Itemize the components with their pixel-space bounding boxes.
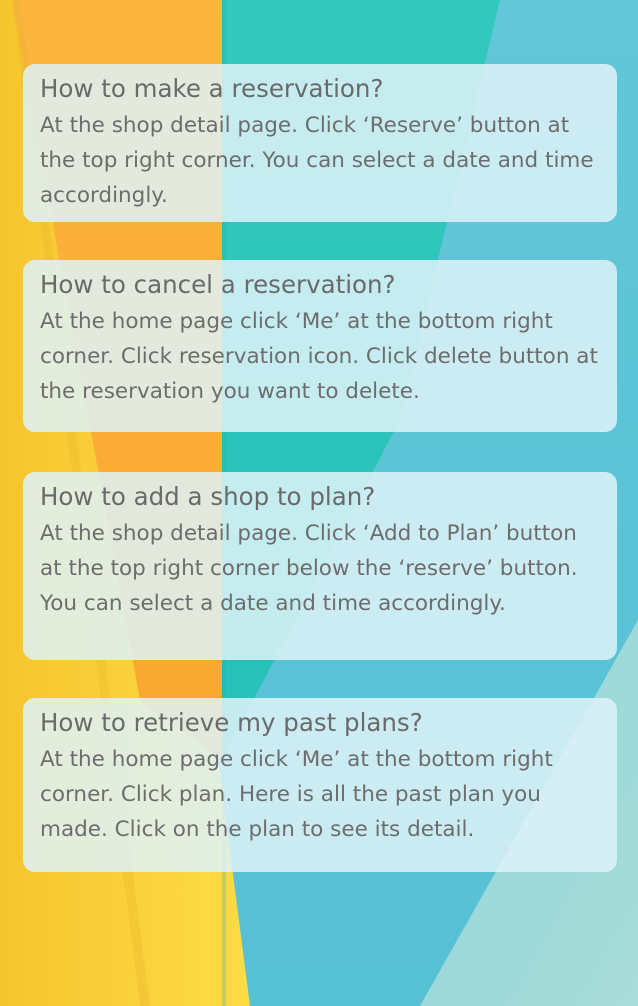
faq-card-add-to-plan: How to add a shop to plan? At the shop d… [23, 472, 617, 660]
faq-answer: At the home page click ‘Me’ at the botto… [40, 747, 553, 842]
faq-question: How to make a reservation? [40, 74, 384, 103]
faq-question: How to add a shop to plan? [40, 482, 376, 511]
faq-card-past-plans: How to retrieve my past plans? At the ho… [23, 698, 617, 872]
faq-card-reservation: How to make a reservation? At the shop d… [23, 64, 617, 222]
faq-answer: At the shop detail page. Click ‘Add to P… [40, 521, 578, 616]
faq-question: How to retrieve my past plans? [40, 708, 423, 737]
faq-answer: At the home page click ‘Me’ at the botto… [40, 309, 598, 404]
faq-answer: At the shop detail page. Click ‘Reserve’… [40, 113, 594, 208]
faq-question: How to cancel a reservation? [40, 270, 396, 299]
faq-card-cancel-reservation: How to cancel a reservation? At the home… [23, 260, 617, 432]
